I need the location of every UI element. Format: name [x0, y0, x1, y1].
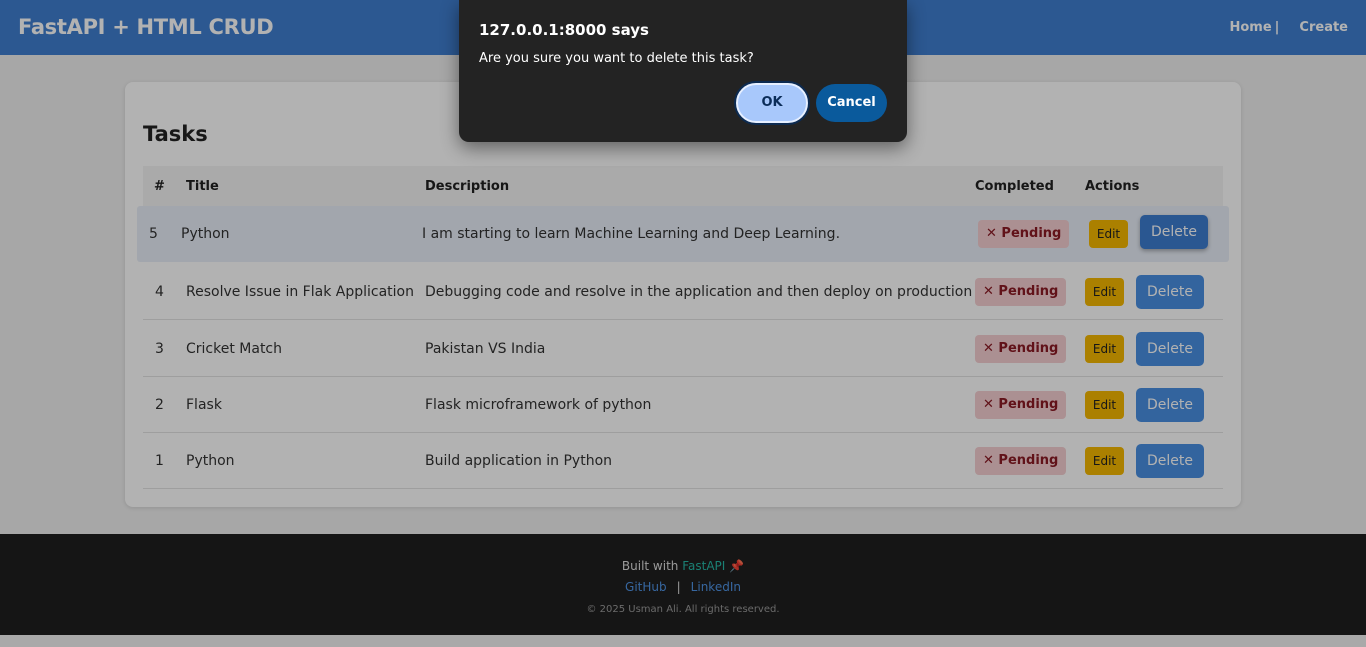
confirm-dialog: 127.0.0.1:8000 says Are you sure you wan… [459, 0, 907, 142]
dialog-title: 127.0.0.1:8000 says [479, 21, 649, 39]
dialog-message: Are you sure you want to delete this tas… [479, 51, 754, 66]
cancel-button[interactable]: Cancel [816, 84, 887, 122]
ok-button[interactable]: OK [736, 83, 808, 123]
